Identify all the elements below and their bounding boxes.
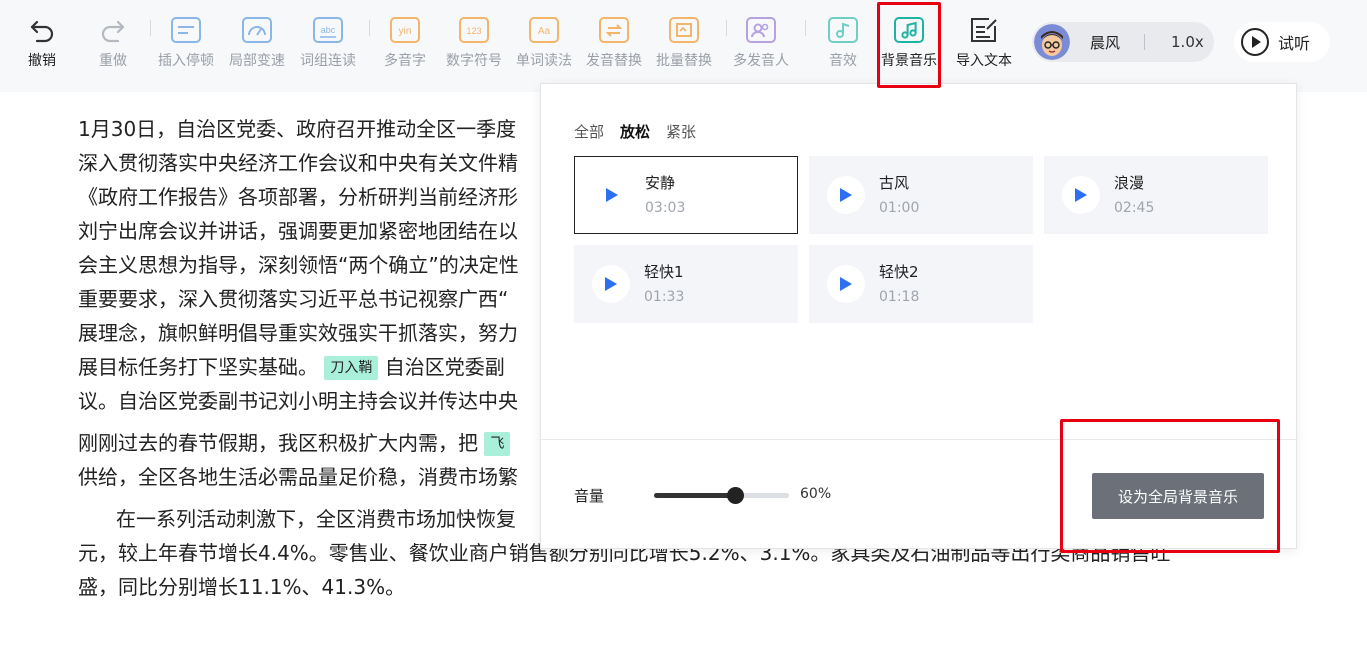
undo-icon: [26, 14, 58, 46]
play-icon[interactable]: [592, 265, 630, 303]
swap-icon: [598, 14, 630, 46]
track-duration: 03:03: [645, 200, 686, 216]
number-symbol-button[interactable]: 123 数字符号: [446, 14, 502, 70]
track-duration: 01:18: [879, 289, 920, 305]
import-text-button[interactable]: 导入文本: [956, 14, 1012, 70]
voice-divider: [1144, 34, 1146, 50]
word-group-button[interactable]: abc 词组连读: [300, 14, 356, 70]
pronunciation-replace-button[interactable]: 发音替换: [586, 14, 642, 70]
word-group-icon: abc: [312, 14, 344, 46]
track-duration: 01:33: [644, 289, 685, 305]
insert-pause-label: 插入停顿: [158, 53, 214, 69]
svg-text:123: 123: [466, 26, 481, 36]
bg-music-panel: 全部 放松 紧张 安静 03:03 古风 01:00 浪漫 02:45 轻快1 …: [540, 83, 1298, 549]
panel-divider: [541, 439, 1298, 440]
number-symbol-label: 数字符号: [446, 53, 502, 69]
batch-replace-label: 批量替换: [656, 53, 712, 69]
voice-speed[interactable]: 1.0x: [1171, 33, 1204, 51]
play-icon[interactable]: [1062, 176, 1100, 214]
tab-relax[interactable]: 放松: [620, 121, 650, 142]
bg-music-label: 背景音乐: [881, 53, 937, 69]
polyphone-label: 多音字: [384, 53, 426, 69]
toolbar-separator: [369, 20, 370, 36]
import-text-icon: [968, 14, 1000, 46]
number-symbol-icon: 123: [458, 14, 490, 46]
volume-slider-fill: [654, 493, 735, 498]
play-circle-icon: [1240, 27, 1270, 57]
tab-all[interactable]: 全部: [574, 121, 604, 142]
multi-speaker-label: 多发音人: [733, 53, 789, 69]
music-track-card[interactable]: 安静 03:03: [574, 156, 798, 234]
insert-pause-icon: [170, 14, 202, 46]
voice-selector[interactable]: 晨风 1.0x: [1032, 22, 1214, 62]
word-reading-button[interactable]: Aa 单词读法: [516, 14, 572, 70]
music-track-card[interactable]: 浪漫 02:45: [1044, 156, 1268, 234]
track-duration: 01:00: [879, 200, 920, 216]
pause-tag[interactable]: 刀入鞘: [324, 356, 379, 380]
word-group-label: 词组连读: [300, 53, 356, 69]
pause-tag[interactable]: 飞: [484, 432, 511, 456]
redo-label: 重做: [99, 53, 127, 69]
volume-slider[interactable]: [654, 487, 789, 504]
local-speed-button[interactable]: 局部变速: [229, 14, 285, 70]
svg-text:abc: abc: [321, 25, 336, 35]
sound-effect-button[interactable]: 音效: [827, 14, 859, 70]
doc-line: 盛，同比分别增长11.1%、41.3%。: [78, 575, 406, 599]
multi-speaker-button[interactable]: 多发音人: [733, 14, 789, 70]
pronunciation-replace-label: 发音替换: [586, 53, 642, 69]
play-icon[interactable]: [827, 265, 865, 303]
word-reading-label: 单词读法: [516, 53, 572, 69]
music-track-card[interactable]: 轻快1 01:33: [574, 245, 798, 323]
try-listen-button[interactable]: 试听: [1234, 22, 1330, 62]
track-name: 轻快2: [879, 263, 919, 281]
insert-pause-button[interactable]: 插入停顿: [158, 14, 214, 70]
users-icon: [745, 14, 777, 46]
import-text-label: 导入文本: [956, 53, 1012, 69]
batch-replace-button[interactable]: 批量替换: [656, 14, 712, 70]
music-track-card[interactable]: 轻快2 01:18: [809, 245, 1033, 323]
volume-value: 60%: [800, 486, 832, 502]
volume-slider-handle[interactable]: [727, 487, 744, 504]
track-name: 古风: [879, 174, 910, 192]
svg-text:Aa: Aa: [538, 26, 551, 37]
redo-icon: [97, 14, 129, 46]
undo-button[interactable]: 撤销: [26, 14, 58, 70]
local-speed-label: 局部变速: [229, 53, 285, 69]
music-track-card[interactable]: 古风 01:00: [809, 156, 1033, 234]
track-name: 安静: [645, 174, 676, 192]
volume-label: 音量: [574, 487, 605, 505]
toolbar-separator: [805, 20, 806, 36]
sound-effect-icon: [827, 14, 859, 46]
word-reading-icon: Aa: [528, 14, 560, 46]
toolbar-separator: [150, 20, 151, 36]
track-duration: 02:45: [1114, 200, 1155, 216]
music-category-tabs: 全部 放松 紧张: [574, 121, 696, 142]
track-name: 浪漫: [1114, 174, 1145, 192]
play-icon[interactable]: [827, 176, 865, 214]
batch-replace-icon: [668, 14, 700, 46]
redo-button[interactable]: 重做: [97, 14, 129, 70]
music-note-icon: [893, 14, 925, 46]
tab-tense[interactable]: 紧张: [666, 121, 696, 142]
try-listen-label: 试听: [1278, 34, 1311, 53]
toolbar: 撤销 重做 插入停顿 局部变速 abc 词组连读 yin 多音字 123 数字符…: [0, 0, 1367, 92]
svg-text:yin: yin: [399, 26, 412, 37]
bg-music-button[interactable]: 背景音乐: [881, 14, 937, 70]
polyphone-icon: yin: [389, 14, 421, 46]
voice-name: 晨风: [1090, 33, 1121, 52]
play-icon[interactable]: [593, 176, 631, 214]
set-global-bg-music-button[interactable]: 设为全局背景音乐: [1092, 473, 1264, 519]
speedometer-icon: [241, 14, 273, 46]
undo-label: 撤销: [28, 53, 56, 69]
avatar: [1034, 24, 1070, 60]
sound-effect-label: 音效: [829, 53, 857, 69]
toolbar-separator: [726, 20, 727, 36]
track-name: 轻快1: [644, 263, 684, 281]
polyphone-button[interactable]: yin 多音字: [384, 14, 426, 70]
